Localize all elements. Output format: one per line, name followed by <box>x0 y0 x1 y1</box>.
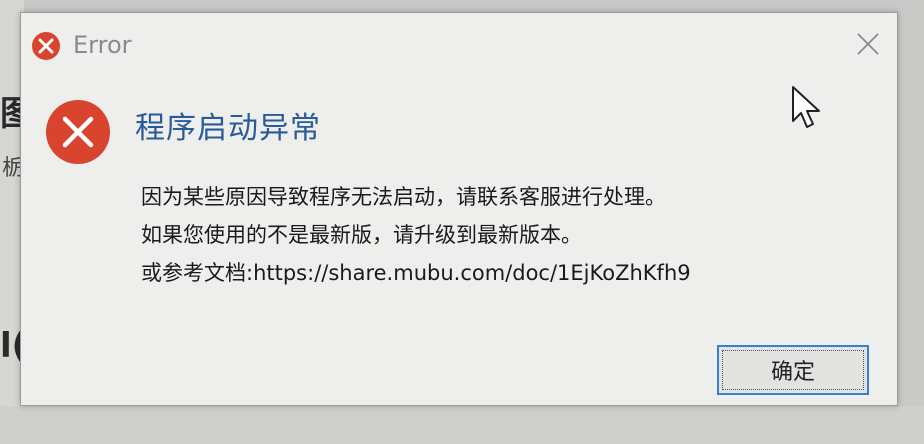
mouse-pointer-icon <box>791 85 825 131</box>
error-icon <box>31 31 61 61</box>
error-icon <box>45 99 111 165</box>
dialog-title: Error <box>73 31 132 59</box>
close-button[interactable] <box>853 29 883 59</box>
title-bar: Error <box>21 13 897 73</box>
error-heading: 程序启动异常 <box>135 111 321 146</box>
background-app-bottom <box>0 406 924 444</box>
ok-button[interactable]: 确定 <box>717 345 869 395</box>
close-icon <box>857 33 879 55</box>
error-message-line: 因为某些原因导致程序无法启动，请联系客服进行处理。 <box>141 185 666 209</box>
error-message-line: 如果您使用的不是最新版，请升级到最新版本。 <box>141 223 582 247</box>
error-dialog: Error 程序启动异常 因为某些原因导致程序无法启动，请联系客服进行处理。 如… <box>20 12 898 406</box>
error-message-line: 或参考文档:https://share.mubu.com/doc/1EjKoZh… <box>141 261 691 285</box>
focus-ring <box>722 350 864 390</box>
